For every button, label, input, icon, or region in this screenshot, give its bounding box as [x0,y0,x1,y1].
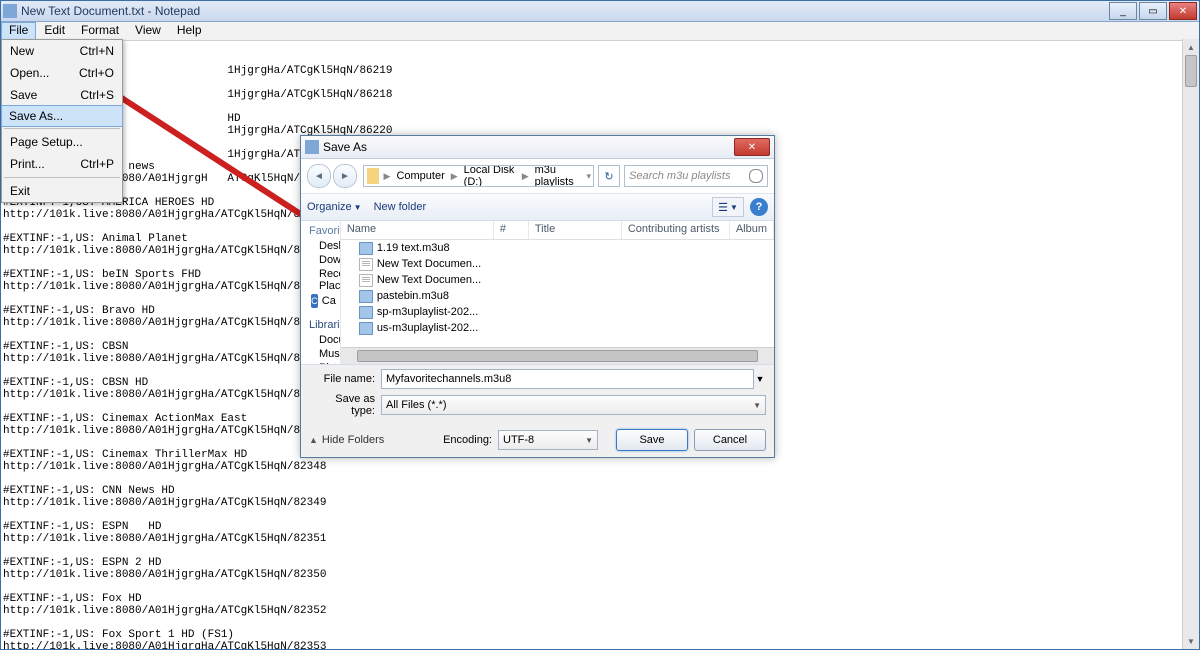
app-icon: C [311,294,318,308]
scroll-thumb[interactable] [357,350,758,362]
encoding-label: Encoding: [443,434,492,446]
file-row[interactable]: New Text Documen... [341,272,774,288]
sidebar-libraries-header[interactable]: Libraries [301,317,340,333]
nav-back-button[interactable]: ◄ [307,164,331,188]
dialog-title: Save As [323,140,734,154]
file-row[interactable]: New Text Documen... [341,256,774,272]
file-menu-dropdown: NewCtrl+N Open...Ctrl+O SaveCtrl+S Save … [1,39,123,203]
sidebar-music[interactable]: Music [301,347,340,361]
hide-folders-button[interactable]: ▲Hide Folders [309,434,384,446]
view-options-button[interactable]: ☰▼ [712,197,744,217]
close-button[interactable]: ✕ [1169,2,1197,20]
scroll-thumb[interactable] [1185,55,1197,87]
organize-button[interactable]: Organize▼ [307,201,362,213]
text-file-icon [359,274,373,287]
menu-file[interactable]: File [1,22,36,40]
file-list[interactable]: 1.19 text.m3u8 New Text Documen... New T… [341,240,774,347]
menu-edit[interactable]: Edit [36,22,73,40]
sidebar-documents[interactable]: Documents [301,333,340,347]
filename-label: File name: [309,373,375,385]
notepad-window: New Text Document.txt - Notepad _ ▭ ✕ Fi… [0,0,1200,650]
dialog-navbar: ◄ ► ▶ Computer ▶ Local Disk (D:) ▶ m3u p… [301,159,774,194]
nav-forward-button[interactable]: ► [333,164,357,188]
menu-separator [4,177,120,178]
col-number[interactable]: # [494,221,529,239]
col-name[interactable]: Name [341,221,494,239]
sidebar-favorites-header[interactable]: Favorites [301,223,340,239]
menu-view[interactable]: View [127,22,169,40]
col-album[interactable]: Album [730,221,774,239]
text-file-icon [359,258,373,271]
chevron-right-icon[interactable]: ▶ [382,171,393,182]
col-artists[interactable]: Contributing artists [622,221,730,239]
nav-sidebar: Favorites Desktop Downloads Recent Place… [301,221,341,364]
sidebar-desktop[interactable]: Desktop [301,239,340,253]
breadcrumb-bar[interactable]: ▶ Computer ▶ Local Disk (D:) ▶ m3u playl… [363,165,594,187]
file-row[interactable]: us-m3uplaylist-202... [341,320,774,336]
sidebar-downloads[interactable]: Downloads [301,253,340,267]
menu-save-as[interactable]: Save As... [1,105,123,127]
save-type-dropdown[interactable]: All Files (*.*) [381,395,766,415]
save-as-dialog: Save As ✕ ◄ ► ▶ Computer ▶ Local Disk (D… [300,135,775,458]
save-type-label: Save as type: [309,393,375,417]
chevron-down-icon[interactable]: ▼ [754,374,766,384]
file-row[interactable]: sp-m3uplaylist-202... [341,304,774,320]
maximize-button[interactable]: ▭ [1139,2,1167,20]
m3u-icon [359,242,373,255]
sidebar-pictures[interactable]: Pictures [301,361,340,364]
menu-exit[interactable]: Exit [2,180,122,202]
menu-new[interactable]: NewCtrl+N [2,40,122,62]
menu-save[interactable]: SaveCtrl+S [2,84,122,106]
menu-print[interactable]: Print...Ctrl+P [2,153,122,175]
col-title[interactable]: Title [529,221,622,239]
m3u-icon [359,322,373,335]
filename-input[interactable]: Myfavoritechannels.m3u8 [381,369,754,389]
chevron-right-icon[interactable]: ▶ [449,171,460,182]
folder-icon [367,168,379,184]
file-list-pane: Name # Title Contributing artists Album … [341,221,774,364]
help-button[interactable]: ? [750,198,768,216]
chevron-right-icon[interactable]: ▶ [520,171,531,182]
file-row[interactable]: 1.19 text.m3u8 [341,240,774,256]
dialog-icon [305,140,319,154]
save-button[interactable]: Save [616,429,688,451]
chevron-down-icon[interactable]: ▾ [584,171,593,182]
titlebar[interactable]: New Text Document.txt - Notepad _ ▭ ✕ [1,1,1199,22]
sidebar-recent[interactable]: Recent Places [301,267,340,293]
dialog-titlebar[interactable]: Save As ✕ [301,136,774,159]
cancel-button[interactable]: Cancel [694,429,766,451]
window-title: New Text Document.txt - Notepad [21,4,1107,18]
minimize-button[interactable]: _ [1109,2,1137,20]
refresh-button[interactable]: ↻ [598,165,620,187]
m3u-icon [359,306,373,319]
dialog-toolbar: Organize▼ New folder ☰▼ ? [301,194,774,221]
crumb-computer[interactable]: Computer [392,170,448,182]
crumb-drive[interactable]: Local Disk (D:) [460,165,520,187]
menu-separator [4,128,120,129]
notepad-icon [3,4,17,18]
menu-open[interactable]: Open...Ctrl+O [2,62,122,84]
menu-format[interactable]: Format [73,22,127,40]
horizontal-scrollbar[interactable] [341,347,774,364]
dialog-footer: ▲Hide Folders Encoding: UTF-8 Save Cance… [301,425,774,457]
encoding-dropdown[interactable]: UTF-8 [498,430,598,450]
search-placeholder: Search m3u playlists [629,170,731,182]
dialog-controls: File name: Myfavoritechannels.m3u8 ▼ Sav… [301,364,774,425]
file-columns-header: Name # Title Contributing artists Album [341,221,774,240]
search-input[interactable]: Search m3u playlists [624,165,768,187]
menu-help[interactable]: Help [169,22,210,40]
crumb-folder[interactable]: m3u playlists [531,165,585,187]
scroll-up-icon[interactable]: ▲ [1183,39,1199,55]
file-row[interactable]: pastebin.m3u8 [341,288,774,304]
dialog-body: Favorites Desktop Downloads Recent Place… [301,221,774,364]
vertical-scrollbar[interactable]: ▲ ▼ [1182,39,1199,649]
m3u-icon [359,290,373,303]
search-icon [749,169,763,183]
new-folder-button[interactable]: New folder [374,201,427,213]
sidebar-item-truncated[interactable]: CCa [301,293,340,309]
dialog-close-button[interactable]: ✕ [734,138,770,156]
scroll-down-icon[interactable]: ▼ [1183,633,1199,649]
menu-page-setup[interactable]: Page Setup... [2,131,122,153]
